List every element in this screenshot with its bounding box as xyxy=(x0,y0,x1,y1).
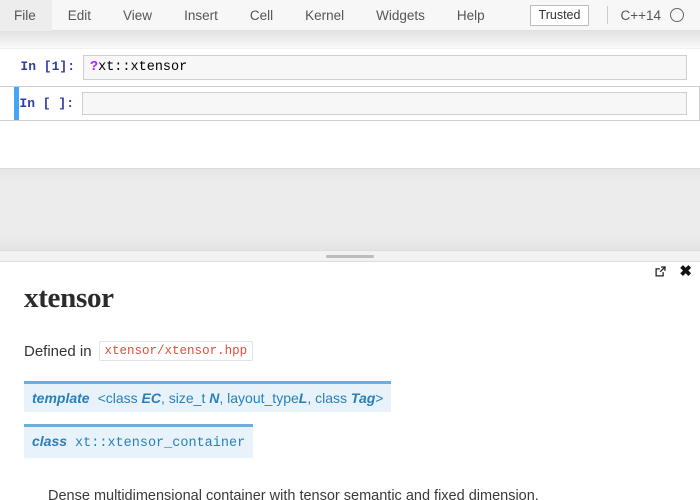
signature-param-ec: EC xyxy=(141,390,161,406)
drag-handle-icon[interactable] xyxy=(326,254,374,258)
code-operator-question: ? xyxy=(90,60,99,75)
signature-sep-3: , class xyxy=(307,390,351,406)
kernel-idle-circle-icon[interactable] xyxy=(670,8,684,22)
notebook-cell-area: In [1]: ?xt::xtensor In [ ]: xyxy=(0,49,700,168)
cell-prompt-1: In [1]: xyxy=(20,59,75,74)
defined-in-label: Defined in xyxy=(24,342,92,360)
cell-input-1[interactable]: ?xt::xtensor xyxy=(83,55,687,80)
menu-item-view[interactable]: View xyxy=(107,0,168,31)
signature-keyword-template: template xyxy=(32,390,90,406)
menu-item-file[interactable]: File xyxy=(0,0,52,31)
signature-template-row: template <class EC, size_t N, layout_type… xyxy=(24,381,680,424)
kernel-name-label: C++14 xyxy=(620,7,661,23)
notebook-cell-2[interactable]: In [ ]: xyxy=(0,86,700,121)
signature-param-tag: Tag xyxy=(350,390,376,406)
signature-close-bracket: > xyxy=(375,390,384,406)
menu-item-edit[interactable]: Edit xyxy=(52,0,107,31)
signature-class-row: class xt::xtensor_container xyxy=(24,424,680,470)
pager-splitter[interactable] xyxy=(0,250,700,262)
class-signature-box: class xt::xtensor_container xyxy=(24,424,254,458)
code-text-1: xt::xtensor xyxy=(98,60,188,75)
pop-out-icon[interactable] xyxy=(654,265,667,278)
signature-class-name: xt::xtensor_container xyxy=(75,436,246,451)
menu-bar-right: Trusted C++14 xyxy=(529,0,700,30)
doc-description: Dense multidimensional container with te… xyxy=(48,488,539,500)
menu-items: File Edit View Insert Cell Kernel Widget… xyxy=(0,0,501,31)
cell-input-2[interactable] xyxy=(82,92,687,115)
signature-sep-1: , size_t xyxy=(161,390,210,406)
menu-bar-divider xyxy=(607,6,609,24)
doc-title: xtensor xyxy=(24,282,114,314)
menu-item-help[interactable]: Help xyxy=(441,0,501,31)
menu-item-cell[interactable]: Cell xyxy=(234,0,289,31)
template-signature-box: template <class EC, size_t N, layout_type… xyxy=(24,381,392,412)
pager-body: xtensor Defined in xtensor/xtensor.hpp t… xyxy=(0,262,700,500)
signature-param-n: N xyxy=(209,390,220,406)
cell-selection-bar xyxy=(14,87,19,120)
signature-open-bracket: <class xyxy=(97,390,142,406)
trusted-badge[interactable]: Trusted xyxy=(529,4,590,26)
menu-bar: File Edit View Insert Cell Kernel Widget… xyxy=(0,0,700,31)
menu-item-widgets[interactable]: Widgets xyxy=(360,0,441,31)
cell-prompt-2: In [ ]: xyxy=(19,96,74,111)
defined-in-file: xtensor/xtensor.hpp xyxy=(98,341,254,361)
menu-item-insert[interactable]: Insert xyxy=(168,0,234,31)
jupyter-notebook-window: File Edit View Insert Cell Kernel Widget… xyxy=(0,0,700,500)
defined-in-line: Defined in xtensor/xtensor.hpp xyxy=(24,341,680,361)
notebook-background-filler xyxy=(0,168,700,250)
close-icon[interactable]: ✖ xyxy=(679,264,692,279)
signature-keyword-class: class xyxy=(32,433,68,449)
pager-controls: ✖ xyxy=(654,264,692,279)
signature-sep-2: , layout_type xyxy=(219,390,299,406)
help-pager-pane: ✖ xtensor Defined in xtensor/xtensor.hpp… xyxy=(0,262,700,500)
notebook-cell-1[interactable]: In [1]: ?xt::xtensor xyxy=(0,49,700,86)
menu-item-kernel[interactable]: Kernel xyxy=(289,0,360,31)
notebook-toolbar[interactable] xyxy=(0,31,700,49)
